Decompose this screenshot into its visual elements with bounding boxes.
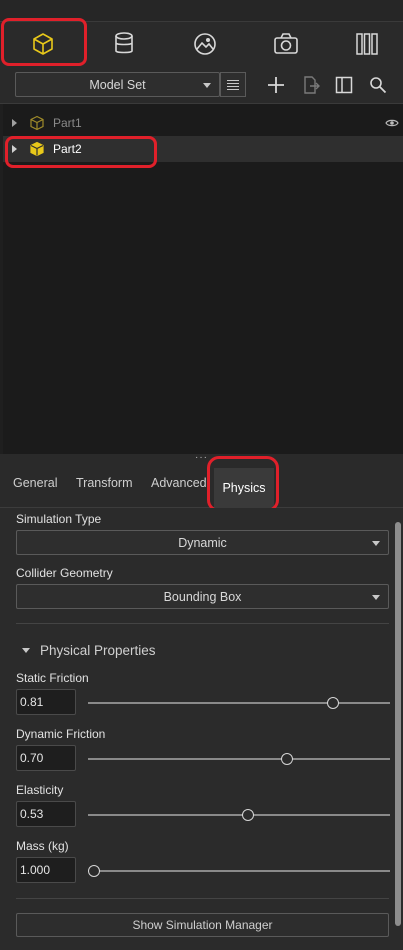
toolbar-highlight-annotation	[1, 18, 87, 66]
add-icon[interactable]	[265, 74, 287, 96]
collider-geometry-label: Collider Geometry	[16, 566, 113, 580]
elasticity-slider[interactable]	[88, 814, 390, 816]
collider-geometry-value: Bounding Box	[163, 589, 242, 604]
show-simulation-manager-button[interactable]: Show Simulation Manager	[16, 913, 389, 937]
search-icon[interactable]	[367, 74, 389, 96]
panel-icon[interactable]	[333, 74, 355, 96]
export-icon[interactable]	[300, 74, 322, 96]
list-icon[interactable]	[220, 72, 246, 97]
static-friction-input[interactable]: 0.81	[16, 689, 76, 715]
dynamic-friction-label: Dynamic Friction	[16, 727, 106, 741]
scrollbar-thumb[interactable]	[395, 522, 401, 926]
static-friction-label: Static Friction	[16, 671, 89, 685]
tree-highlight-annotation	[5, 136, 157, 168]
collapse-arrow-icon	[22, 648, 30, 653]
simulation-type-value: Dynamic	[178, 535, 227, 550]
mass-label: Mass (kg)	[16, 839, 69, 853]
tab-advanced[interactable]: Advanced	[151, 476, 207, 490]
expand-arrow-icon[interactable]	[12, 119, 17, 127]
model-set-bar: Model Set	[0, 66, 403, 104]
dynamic-friction-slider[interactable]	[88, 758, 390, 760]
mass-input[interactable]: 1.000	[16, 857, 76, 883]
simulation-type-label: Simulation Type	[16, 512, 102, 526]
library-icon[interactable]	[347, 26, 387, 62]
slider-knob[interactable]	[281, 753, 294, 765]
part-cube-icon	[30, 115, 44, 131]
physics-properties-panel: Simulation Type Dynamic Collider Geometr…	[0, 508, 403, 950]
elasticity-label: Elasticity	[16, 783, 64, 797]
chevron-down-icon	[372, 594, 380, 600]
model-set-dropdown-value: Model Set	[89, 77, 146, 92]
panel-splitter[interactable]: ···	[0, 453, 403, 463]
tree-item-label: Part1	[53, 116, 82, 130]
slider-knob[interactable]	[242, 809, 255, 821]
properties-scrollbar[interactable]	[395, 514, 401, 944]
mass-slider[interactable]	[88, 870, 390, 872]
section-title: Physical Properties	[40, 643, 156, 658]
tab-highlight-annotation	[207, 456, 279, 512]
elasticity-input[interactable]: 0.53	[16, 801, 76, 827]
property-tabs: General Transform Advanced Physics	[0, 462, 403, 508]
divider	[16, 898, 389, 899]
static-friction-slider[interactable]	[88, 702, 390, 704]
physical-properties-header[interactable]: Physical Properties	[22, 643, 156, 658]
slider-knob[interactable]	[326, 697, 339, 709]
chevron-down-icon	[372, 540, 380, 546]
tree-item-part1[interactable]: Part1	[3, 110, 403, 136]
eye-icon[interactable]	[385, 117, 399, 131]
image-icon[interactable]	[185, 26, 225, 62]
model-set-dropdown[interactable]: Model Set	[15, 72, 220, 97]
database-icon[interactable]	[104, 26, 144, 62]
slider-knob[interactable]	[88, 865, 101, 877]
simulation-type-dropdown[interactable]: Dynamic	[16, 530, 389, 555]
divider	[16, 623, 389, 624]
tab-transform[interactable]: Transform	[76, 476, 133, 490]
camera-icon[interactable]	[266, 26, 306, 62]
tab-general[interactable]: General	[13, 476, 57, 490]
collider-geometry-dropdown[interactable]: Bounding Box	[16, 584, 389, 609]
dynamic-friction-input[interactable]: 0.70	[16, 745, 76, 771]
chevron-down-icon	[203, 82, 211, 88]
